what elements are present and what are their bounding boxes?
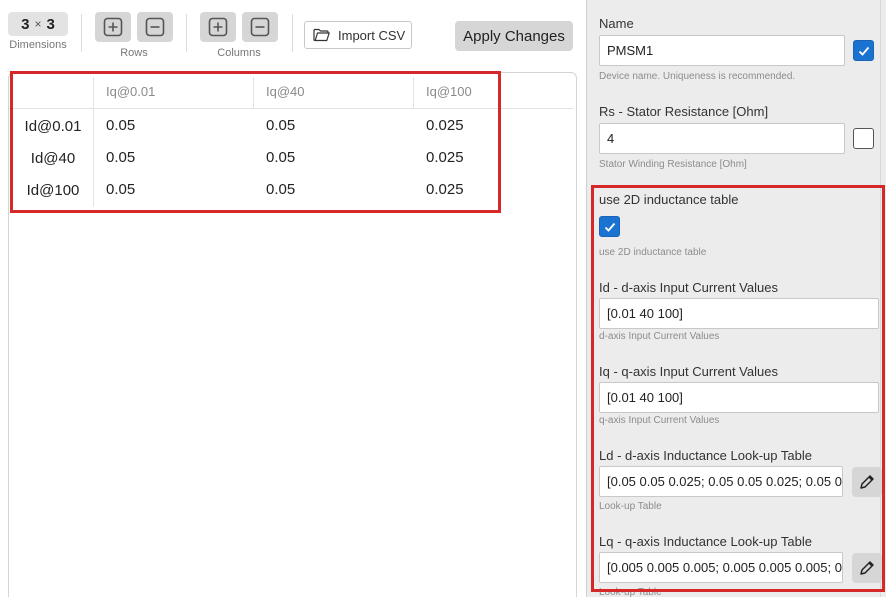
table-cell[interactable]: 0.05	[106, 181, 135, 198]
table-cell[interactable]: 0.05	[106, 149, 135, 166]
row-header[interactable]: Id@40	[11, 150, 95, 167]
apply-changes-button[interactable]: Apply Changes	[455, 21, 573, 51]
table-cell[interactable]: 0.025	[426, 149, 464, 166]
table-toolbar: 3 × 3 Dimensions Rows Columns Import CSV…	[0, 0, 586, 66]
table-cell[interactable]: 0.05	[266, 149, 295, 166]
plus-square-icon	[208, 17, 228, 37]
columns-caption: Columns	[217, 47, 261, 59]
id-values-field[interactable]: [0.01 40 100]	[599, 298, 879, 329]
minus-square-icon	[145, 17, 165, 37]
id-values-value: [0.01 40 100]	[607, 306, 683, 321]
column-divider	[253, 77, 254, 109]
ld-edit-button[interactable]	[852, 467, 882, 497]
minus-square-icon	[250, 17, 270, 37]
table-cell[interactable]: 0.05	[266, 181, 295, 198]
table-cell[interactable]: 0.05	[106, 117, 135, 134]
name-value: PMSM1	[607, 43, 654, 58]
add-row-button[interactable]	[95, 12, 131, 42]
ld-table-field[interactable]: [0.05 0.05 0.025; 0.05 0.05 0.025; 0.05 …	[599, 466, 843, 497]
ld-table-label: Ld - d-axis Inductance Look-up Table	[599, 448, 812, 463]
dims-separator: ×	[34, 17, 42, 31]
table-cell[interactable]: 0.025	[426, 117, 464, 134]
iq-values-hint: q-axis Input Current Values	[599, 415, 720, 426]
remove-row-button[interactable]	[137, 12, 173, 42]
toolbar-divider	[81, 14, 82, 52]
panel-edge	[880, 0, 881, 597]
pencil-icon	[860, 561, 874, 575]
toolbar-divider	[292, 14, 293, 52]
row-header[interactable]: Id@100	[11, 182, 95, 199]
name-field[interactable]: PMSM1	[599, 35, 845, 66]
rs-checkbox[interactable]	[853, 128, 874, 149]
lq-edit-button[interactable]	[852, 553, 882, 583]
import-csv-button[interactable]: Import CSV	[304, 21, 412, 49]
remove-column-button[interactable]	[242, 12, 278, 42]
rs-value: 4	[607, 131, 615, 146]
use-2d-checkbox[interactable]	[599, 216, 620, 237]
lq-table-label: Lq - q-axis Inductance Look-up Table	[599, 534, 812, 549]
pencil-icon	[860, 475, 874, 489]
rs-label: Rs - Stator Resistance [Ohm]	[599, 104, 769, 119]
import-csv-label: Import CSV	[338, 27, 406, 43]
dimensions-caption: Dimensions	[9, 39, 67, 51]
add-column-button[interactable]	[200, 12, 236, 42]
ld-table-hint: Look-up Table	[599, 501, 662, 512]
folder-open-icon	[313, 28, 330, 42]
id-values-hint: d-axis Input Current Values	[599, 331, 720, 342]
name-label: Name	[599, 16, 634, 31]
row-header[interactable]: Id@0.01	[11, 118, 95, 135]
use-2d-label: use 2D inductance table	[599, 192, 739, 207]
lq-table-field[interactable]: [0.005 0.005 0.005; 0.005 0.005 0.005; 0	[599, 552, 843, 583]
use-2d-hint: use 2D inductance table	[599, 247, 707, 258]
iq-values-field[interactable]: [0.01 40 100]	[599, 382, 879, 413]
rows-caption: Rows	[120, 47, 148, 59]
iq-values-value: [0.01 40 100]	[607, 390, 683, 405]
column-header[interactable]: Iq@40	[266, 84, 305, 99]
column-header[interactable]: Iq@100	[426, 84, 472, 99]
dims-rows: 3	[21, 15, 30, 33]
lq-table-hint: Look-up Table	[599, 587, 662, 597]
plus-square-icon	[103, 17, 123, 37]
ld-table-value: [0.05 0.05 0.025; 0.05 0.05 0.025; 0.05 …	[607, 474, 842, 489]
column-header[interactable]: Iq@0.01	[106, 84, 155, 99]
iq-values-label: Iq - q-axis Input Current Values	[599, 364, 778, 379]
name-hint: Device name. Uniqueness is recommended.	[599, 71, 796, 82]
dims-cols: 3	[46, 15, 55, 33]
checkmark-icon	[604, 222, 615, 232]
column-divider	[413, 77, 414, 109]
table-cell[interactable]: 0.05	[266, 117, 295, 134]
name-checkbox[interactable]	[853, 40, 874, 61]
rs-hint: Stator Winding Resistance [Ohm]	[599, 159, 747, 170]
table-cell[interactable]: 0.025	[426, 181, 464, 198]
table-container: Iq@0.01 Iq@40 Iq@100 Id@0.01 0.05 0.05 0…	[8, 72, 577, 597]
app-root: 3 × 3 Dimensions Rows Columns Import CSV…	[0, 0, 886, 597]
dimensions-badge: 3 × 3	[8, 12, 68, 36]
rs-field[interactable]: 4	[599, 123, 845, 154]
toolbar-divider	[186, 14, 187, 52]
lq-table-value: [0.005 0.005 0.005; 0.005 0.005 0.005; 0	[607, 560, 842, 575]
id-values-label: Id - d-axis Input Current Values	[599, 280, 778, 295]
checkmark-icon	[858, 46, 869, 56]
